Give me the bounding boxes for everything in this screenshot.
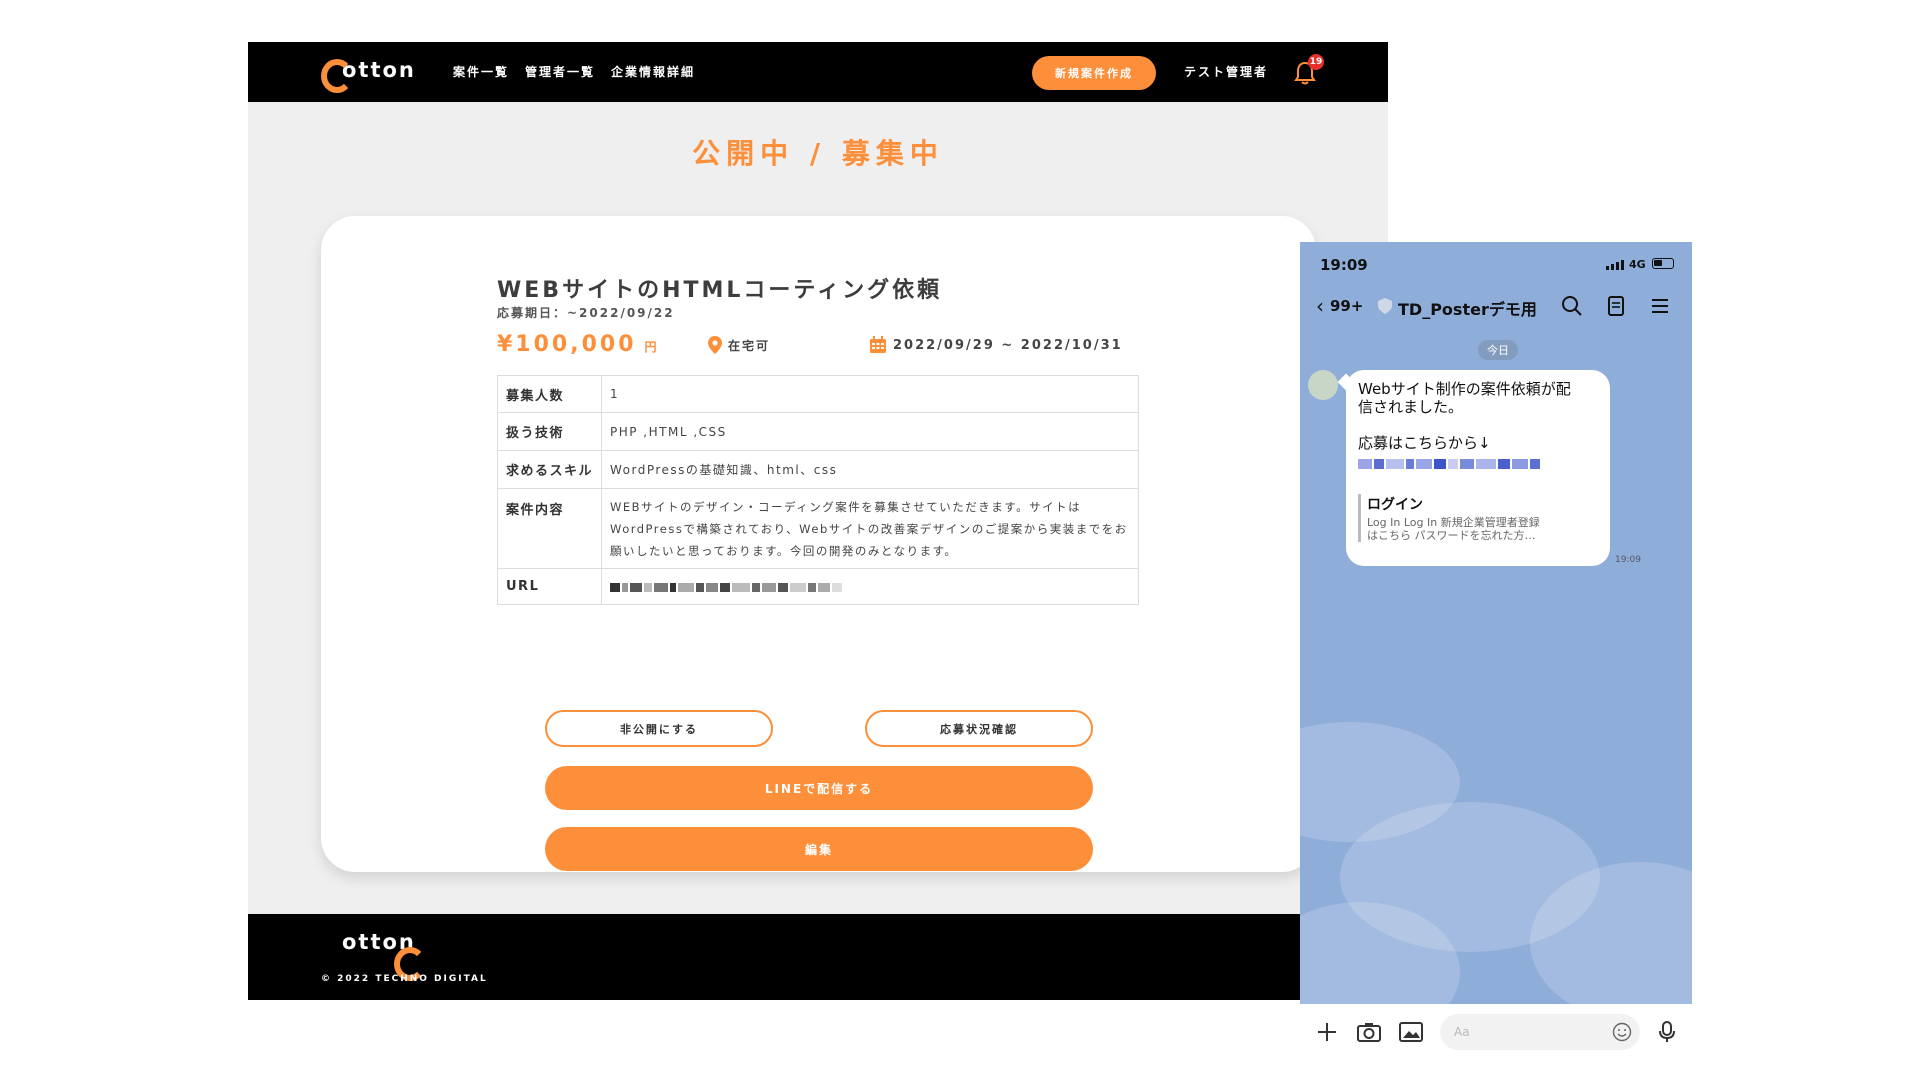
location-text: 在宅可 [728, 338, 771, 353]
image-icon[interactable] [1398, 1020, 1424, 1044]
price-value: ¥100,000 [497, 332, 637, 357]
row-value-url[interactable] [601, 568, 1139, 605]
input-placeholder: Aa [1454, 1025, 1470, 1039]
job-info-table: 募集人数 1 扱う技術 PHP ,HTML ,CSS 求めるスキル WordPr… [497, 375, 1139, 605]
nav-item-company[interactable]: 企業情報詳細 [611, 63, 695, 80]
job-card: WEBサイトのHTMLコーティング依頼 応募期日：~2022/09/22 ¥10… [321, 216, 1316, 872]
page-title: 公開中 / 募集中 [692, 137, 944, 170]
network-type: 4G [1629, 258, 1646, 271]
shield-icon [1378, 298, 1392, 314]
site-header: otton 案件一覧 管理者一覧 企業情報詳細 新規案件作成 テスト管理者 19 [248, 42, 1388, 102]
unpublish-button[interactable]: 非公開にする [545, 710, 773, 747]
application-status-button[interactable]: 応募状況確認 [865, 710, 1093, 747]
line-chat-phone: 19:09 4G ‹ 99+ TD_Posterデモ用 今日 Webサイト制作の… [1300, 242, 1692, 1004]
status-bar: 19:09 4G [1300, 242, 1692, 286]
message-line: Webサイト制作の案件依頼が配 [1358, 380, 1571, 398]
screen: otton 案件一覧 管理者一覧 企業情報詳細 新規案件作成 テスト管理者 19… [0, 0, 1920, 1080]
table-row: 求めるスキル WordPressの基礎知識、html、css [497, 450, 1139, 489]
footer-logo[interactable]: otton [321, 930, 426, 981]
logo-c-icon [394, 946, 426, 981]
main-nav: 案件一覧 管理者一覧 企業情報詳細 [453, 63, 695, 80]
preview-desc: Log In Log In 新規企業管理者登録 [1367, 516, 1540, 529]
sender-avatar[interactable] [1308, 370, 1338, 400]
job-location: 在宅可 [708, 336, 770, 354]
admin-name[interactable]: テスト管理者 [1184, 63, 1268, 80]
desktop-site: otton 案件一覧 管理者一覧 企業情報詳細 新規案件作成 テスト管理者 19… [248, 42, 1388, 1000]
search-icon[interactable] [1560, 294, 1584, 318]
message-input[interactable]: Aa [1440, 1014, 1640, 1050]
preview-title: ログイン [1367, 497, 1423, 513]
row-label: URL [497, 568, 602, 605]
table-row: URL [497, 568, 1139, 605]
site-footer: otton © 2022 TECHNO DIGITAL [248, 914, 1388, 1000]
job-period: 2022/09/29 ~ 2022/10/31 [869, 336, 1123, 354]
table-row: 扱う技術 PHP ,HTML ,CSS [497, 412, 1139, 451]
nav-item-jobs[interactable]: 案件一覧 [453, 63, 509, 80]
calendar-icon [870, 336, 886, 353]
row-label: 募集人数 [497, 375, 602, 413]
emoji-icon[interactable] [1612, 1022, 1632, 1042]
message-bubble[interactable]: Webサイト制作の案件依頼が配 信されました。 応募はこちらから↓ ログイン L… [1346, 370, 1610, 566]
logo-text: otton [342, 58, 416, 82]
notes-icon[interactable] [1604, 294, 1628, 318]
back-chevron-icon[interactable]: ‹ [1316, 294, 1324, 318]
row-value: PHP ,HTML ,CSS [601, 412, 1139, 451]
line-broadcast-button[interactable]: LINEで配信する [545, 766, 1093, 810]
camera-icon[interactable] [1356, 1020, 1382, 1044]
row-value: WEBサイトのデザイン・コーディング案件を募集させていただきます。サイトはWor… [601, 488, 1139, 569]
job-title: WEBサイトのHTMLコーティング依頼 [497, 278, 943, 303]
redacted-url [610, 581, 842, 593]
map-pin-icon [708, 336, 722, 354]
job-deadline: 応募期日：~2022/09/22 [497, 306, 675, 320]
edit-button[interactable]: 編集 [545, 827, 1093, 871]
nav-item-admins[interactable]: 管理者一覧 [525, 63, 595, 80]
unread-count[interactable]: 99+ [1330, 297, 1363, 315]
row-label: 扱う技術 [497, 412, 602, 451]
redacted-link[interactable] [1358, 456, 1598, 472]
chat-name: TD_Posterデモ用 [1398, 300, 1537, 319]
table-row: 案件内容 WEBサイトのデザイン・コーディング案件を募集させていただきます。サイ… [497, 488, 1139, 569]
message-line: 応募はこちらから↓ [1358, 434, 1491, 452]
row-value: 1 [601, 375, 1139, 413]
menu-icon[interactable] [1648, 294, 1672, 318]
job-price: ¥100,000 円 [497, 332, 657, 357]
battery-icon [1652, 258, 1674, 269]
site-logo[interactable]: otton [321, 58, 416, 93]
message-time: 19:09 [1615, 555, 1641, 565]
chat-input-bar: Aa [1300, 1004, 1692, 1060]
table-row: 募集人数 1 [497, 375, 1139, 413]
date-divider: 今日 [1478, 340, 1518, 360]
signal-icon [1606, 260, 1624, 270]
link-preview[interactable]: ログイン Log In Log In 新規企業管理者登録 はこちら パスワードを… [1358, 494, 1598, 542]
notification-badge: 19 [1308, 54, 1324, 70]
new-job-button[interactable]: 新規案件作成 [1032, 56, 1156, 90]
copyright: © 2022 TECHNO DIGITAL [321, 974, 488, 984]
preview-desc: はこちら パスワードを忘れた方… [1367, 529, 1536, 542]
plus-icon[interactable] [1314, 1020, 1340, 1044]
logo-c-icon [321, 58, 353, 93]
row-label: 求めるスキル [497, 450, 602, 489]
price-unit: 円 [644, 340, 657, 354]
chat-header: ‹ 99+ TD_Posterデモ用 [1300, 286, 1692, 326]
message-line: 信されました。 [1358, 398, 1464, 416]
period-text: 2022/09/29 ~ 2022/10/31 [893, 337, 1123, 353]
microphone-icon[interactable] [1654, 1020, 1680, 1044]
row-value: WordPressの基礎知識、html、css [601, 450, 1139, 489]
row-label: 案件内容 [497, 488, 602, 569]
status-time: 19:09 [1320, 256, 1368, 274]
